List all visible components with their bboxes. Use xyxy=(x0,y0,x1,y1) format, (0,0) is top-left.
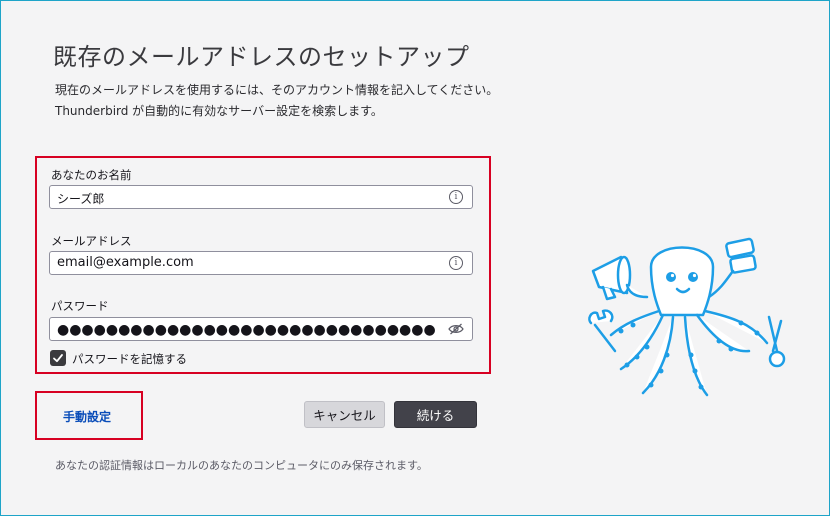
info-icon[interactable]: i xyxy=(449,190,463,204)
description-line-1: 現在のメールアドレスを使用するには、そのアカウント情報を記入してください。 xyxy=(55,83,499,97)
octopus-mascot-illustration xyxy=(588,237,786,397)
continue-button[interactable]: 続ける xyxy=(394,401,477,428)
password-input[interactable]: ●●●●●●●●●●●●●●●●●●●●●●●●●●●●●●● xyxy=(49,317,473,341)
password-masked-value: ●●●●●●●●●●●●●●●●●●●●●●●●●●●●●●● xyxy=(57,322,436,338)
email-value: email@example.com xyxy=(57,255,194,270)
email-label: メールアドレス xyxy=(51,234,132,248)
description-line-2: Thunderbird が自動的に有効なサーバー設定を検索します。 xyxy=(55,104,383,118)
name-input[interactable]: シーズ郎 i xyxy=(49,185,473,209)
cancel-button[interactable]: キャンセル xyxy=(304,401,385,428)
eye-off-icon[interactable] xyxy=(448,323,464,335)
page-title: 既存のメールアドレスのセットアップ xyxy=(53,43,470,71)
name-value: シーズ郎 xyxy=(57,192,105,206)
remember-password-checkbox[interactable] xyxy=(50,350,66,366)
manual-config-link[interactable]: 手動設定 xyxy=(63,408,111,425)
email-input[interactable]: email@example.com i xyxy=(49,251,473,275)
name-label: あなたのお名前 xyxy=(51,168,132,182)
remember-password-label[interactable]: パスワードを記憶する xyxy=(72,351,187,367)
password-label: パスワード xyxy=(51,299,109,313)
account-setup-window: 既存のメールアドレスのセットアップ 現在のメールアドレスを使用するには、そのアカ… xyxy=(0,0,830,516)
footer-note: あなたの認証情報はローカルのあなたのコンピュータにのみ保存されます。 xyxy=(55,459,428,472)
info-icon[interactable]: i xyxy=(449,256,463,270)
checkmark-icon xyxy=(53,354,63,363)
